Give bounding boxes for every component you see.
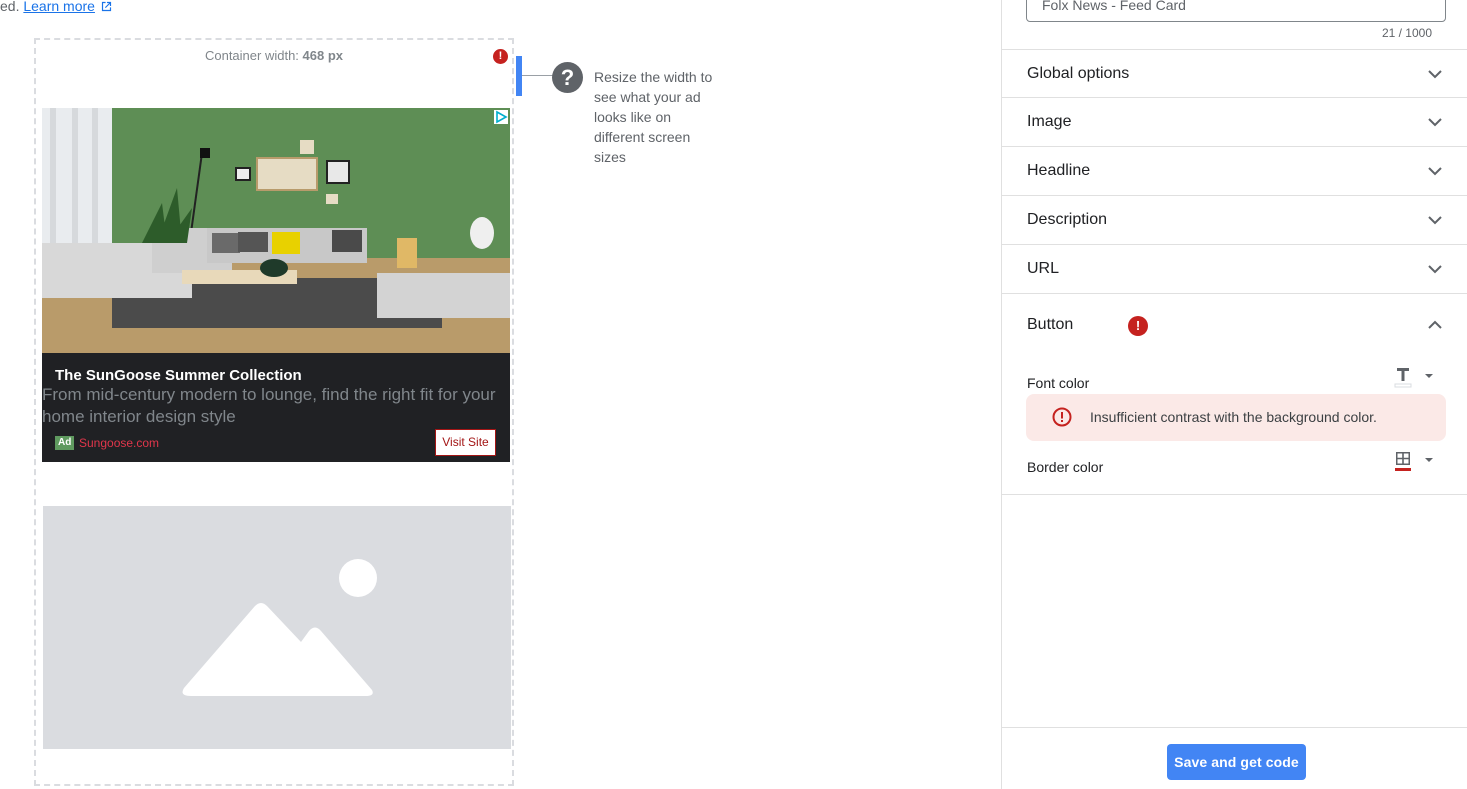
image-placeholder-icon	[182, 559, 377, 696]
section-button-label[interactable]: Button	[1027, 316, 1073, 334]
divider	[1002, 494, 1467, 495]
help-icon: ?	[552, 62, 583, 93]
adchoices-icon[interactable]	[494, 110, 508, 124]
container-width-value: 468 px	[302, 48, 344, 63]
font-color-icon[interactable]	[1393, 366, 1413, 388]
border-color-label: Border color	[1027, 459, 1104, 475]
ad-image	[42, 108, 510, 353]
ad-badge: Ad	[55, 436, 75, 450]
resize-handle[interactable]	[516, 56, 522, 96]
container-width-text: Container width:	[204, 48, 303, 63]
help-connector	[522, 75, 556, 76]
ad-headline: The SunGoose Summer Collection	[55, 367, 302, 384]
error-icon	[1052, 407, 1072, 427]
preview-error-icon: !	[493, 49, 508, 64]
ad-display-url[interactable]: Sungoose.com	[79, 436, 159, 450]
container-width-label: Container width: 468 px	[34, 48, 514, 63]
contrast-warning-text: Insufficient contrast with the backgroun…	[1090, 409, 1377, 425]
chevron-down-icon	[1428, 167, 1442, 176]
section-headline[interactable]: Headline	[1002, 147, 1467, 196]
chevron-down-icon	[1428, 70, 1442, 79]
border-color-icon[interactable]	[1393, 450, 1413, 472]
section-image[interactable]: Image	[1002, 98, 1467, 147]
image-placeholder	[43, 506, 511, 749]
chevron-down-icon	[1428, 265, 1442, 274]
ad-description: From mid-century modern to lounge, find …	[42, 385, 496, 426]
character-counter: 21 / 1000	[1381, 26, 1432, 40]
ad-preview-card: The SunGoose Summer Collection From mid-…	[42, 108, 510, 462]
section-label: Headline	[1027, 162, 1091, 179]
section-label: URL	[1027, 260, 1060, 277]
section-global-options[interactable]: Global options	[1002, 49, 1467, 98]
border-color-dropdown-arrow[interactable]	[1425, 458, 1433, 462]
learn-more-link[interactable]: Learn more	[23, 0, 95, 14]
footer-divider	[1002, 727, 1467, 728]
ad-name-input[interactable]: Folx News - Feed Card	[1026, 0, 1446, 22]
top-note: ed. Learn more	[0, 0, 112, 14]
chevron-down-icon	[1428, 216, 1442, 225]
ad-visit-site-button[interactable]: Visit Site	[435, 429, 496, 456]
settings-panel: Folx News - Feed Card 21 / 1000 Global o…	[1001, 0, 1467, 789]
chevron-up-icon[interactable]	[1426, 316, 1444, 334]
section-url[interactable]: URL	[1002, 245, 1467, 294]
contrast-warning: Insufficient contrast with the backgroun…	[1026, 394, 1446, 441]
section-description[interactable]: Description	[1002, 196, 1467, 245]
external-link-icon[interactable]	[101, 1, 112, 12]
button-section-error-icon: !	[1128, 316, 1148, 336]
section-label: Image	[1027, 113, 1072, 130]
resize-help-text: Resize the width to see what your ad loo…	[594, 69, 713, 165]
font-color-label: Font color	[1027, 375, 1090, 391]
chevron-down-icon	[1428, 118, 1442, 127]
top-note-prefix: ed.	[0, 0, 24, 14]
section-label: Description	[1027, 211, 1108, 228]
save-and-get-code-button[interactable]: Save and get code	[1167, 744, 1306, 780]
font-color-dropdown-arrow[interactable]	[1425, 374, 1433, 378]
section-label: Global options	[1027, 65, 1130, 82]
